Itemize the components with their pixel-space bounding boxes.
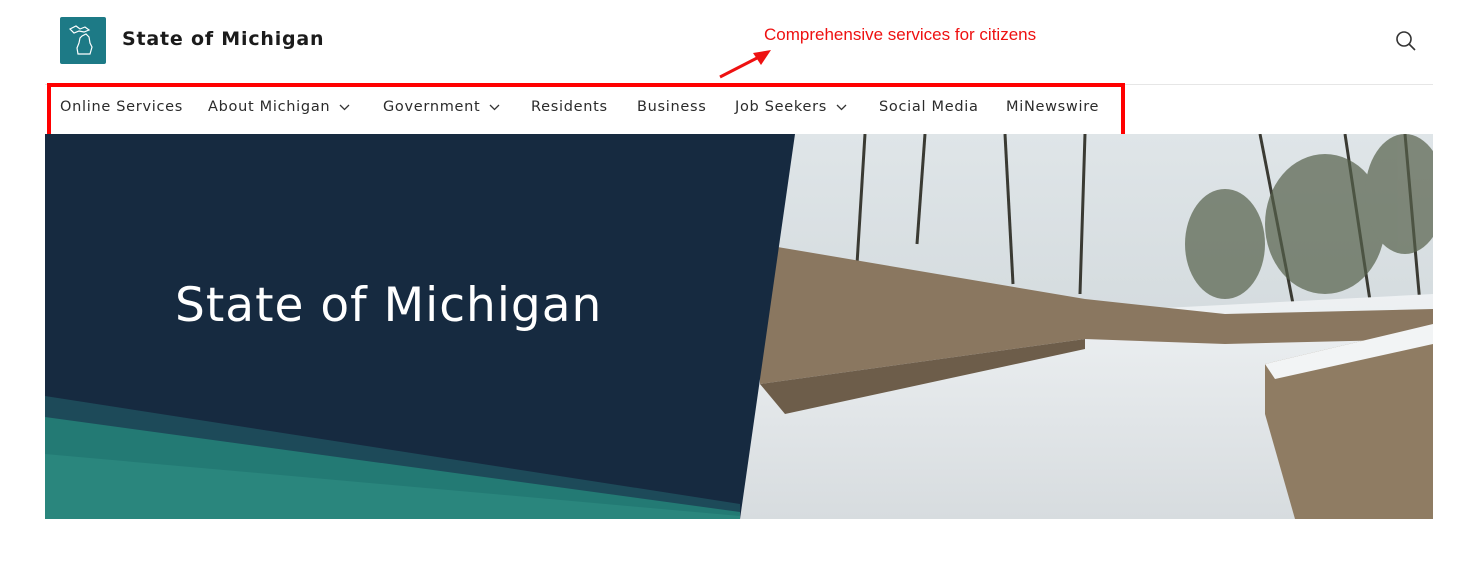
- annotation-arrow-icon: [719, 50, 771, 79]
- nav-item-minewswire[interactable]: MiNewswire: [1006, 99, 1099, 115]
- michigan-map-icon: [68, 25, 93, 55]
- nav-item-job-seekers[interactable]: Job Seekers: [735, 99, 847, 115]
- nav-item-online-services[interactable]: Online Services: [60, 99, 183, 115]
- main-nav: Online Services About Michigan Governmen…: [45, 84, 1433, 134]
- nav-item-label: MiNewswire: [1006, 99, 1100, 115]
- site-title[interactable]: State of Michigan: [122, 28, 324, 50]
- hero-banner: State of Michigan: [45, 134, 1433, 519]
- nav-item-label: Job Seekers: [735, 99, 828, 115]
- nav-item-label: Residents: [531, 99, 608, 115]
- chevron-down-icon: [339, 104, 350, 110]
- chevron-down-icon: [836, 104, 847, 110]
- annotation-label: Comprehensive services for citizens: [764, 25, 1037, 44]
- nav-item-residents[interactable]: Residents: [531, 99, 608, 115]
- chevron-down-icon: [489, 104, 500, 110]
- search-icon[interactable]: [1395, 30, 1417, 52]
- nav-item-business[interactable]: Business: [637, 99, 707, 115]
- nav-item-label: Business: [637, 99, 707, 115]
- nav-item-label: About Michigan: [208, 99, 331, 115]
- nav-item-label: Government: [383, 99, 481, 115]
- nav-item-about-michigan[interactable]: About Michigan: [208, 99, 350, 115]
- nav-item-government[interactable]: Government: [383, 99, 500, 115]
- nav-item-label: Online Services: [60, 99, 184, 115]
- nav-item-label: Social Media: [879, 99, 979, 115]
- site-logo[interactable]: [60, 17, 106, 64]
- hero-title: State of Michigan: [175, 278, 603, 333]
- nav-item-social-media[interactable]: Social Media: [879, 99, 979, 115]
